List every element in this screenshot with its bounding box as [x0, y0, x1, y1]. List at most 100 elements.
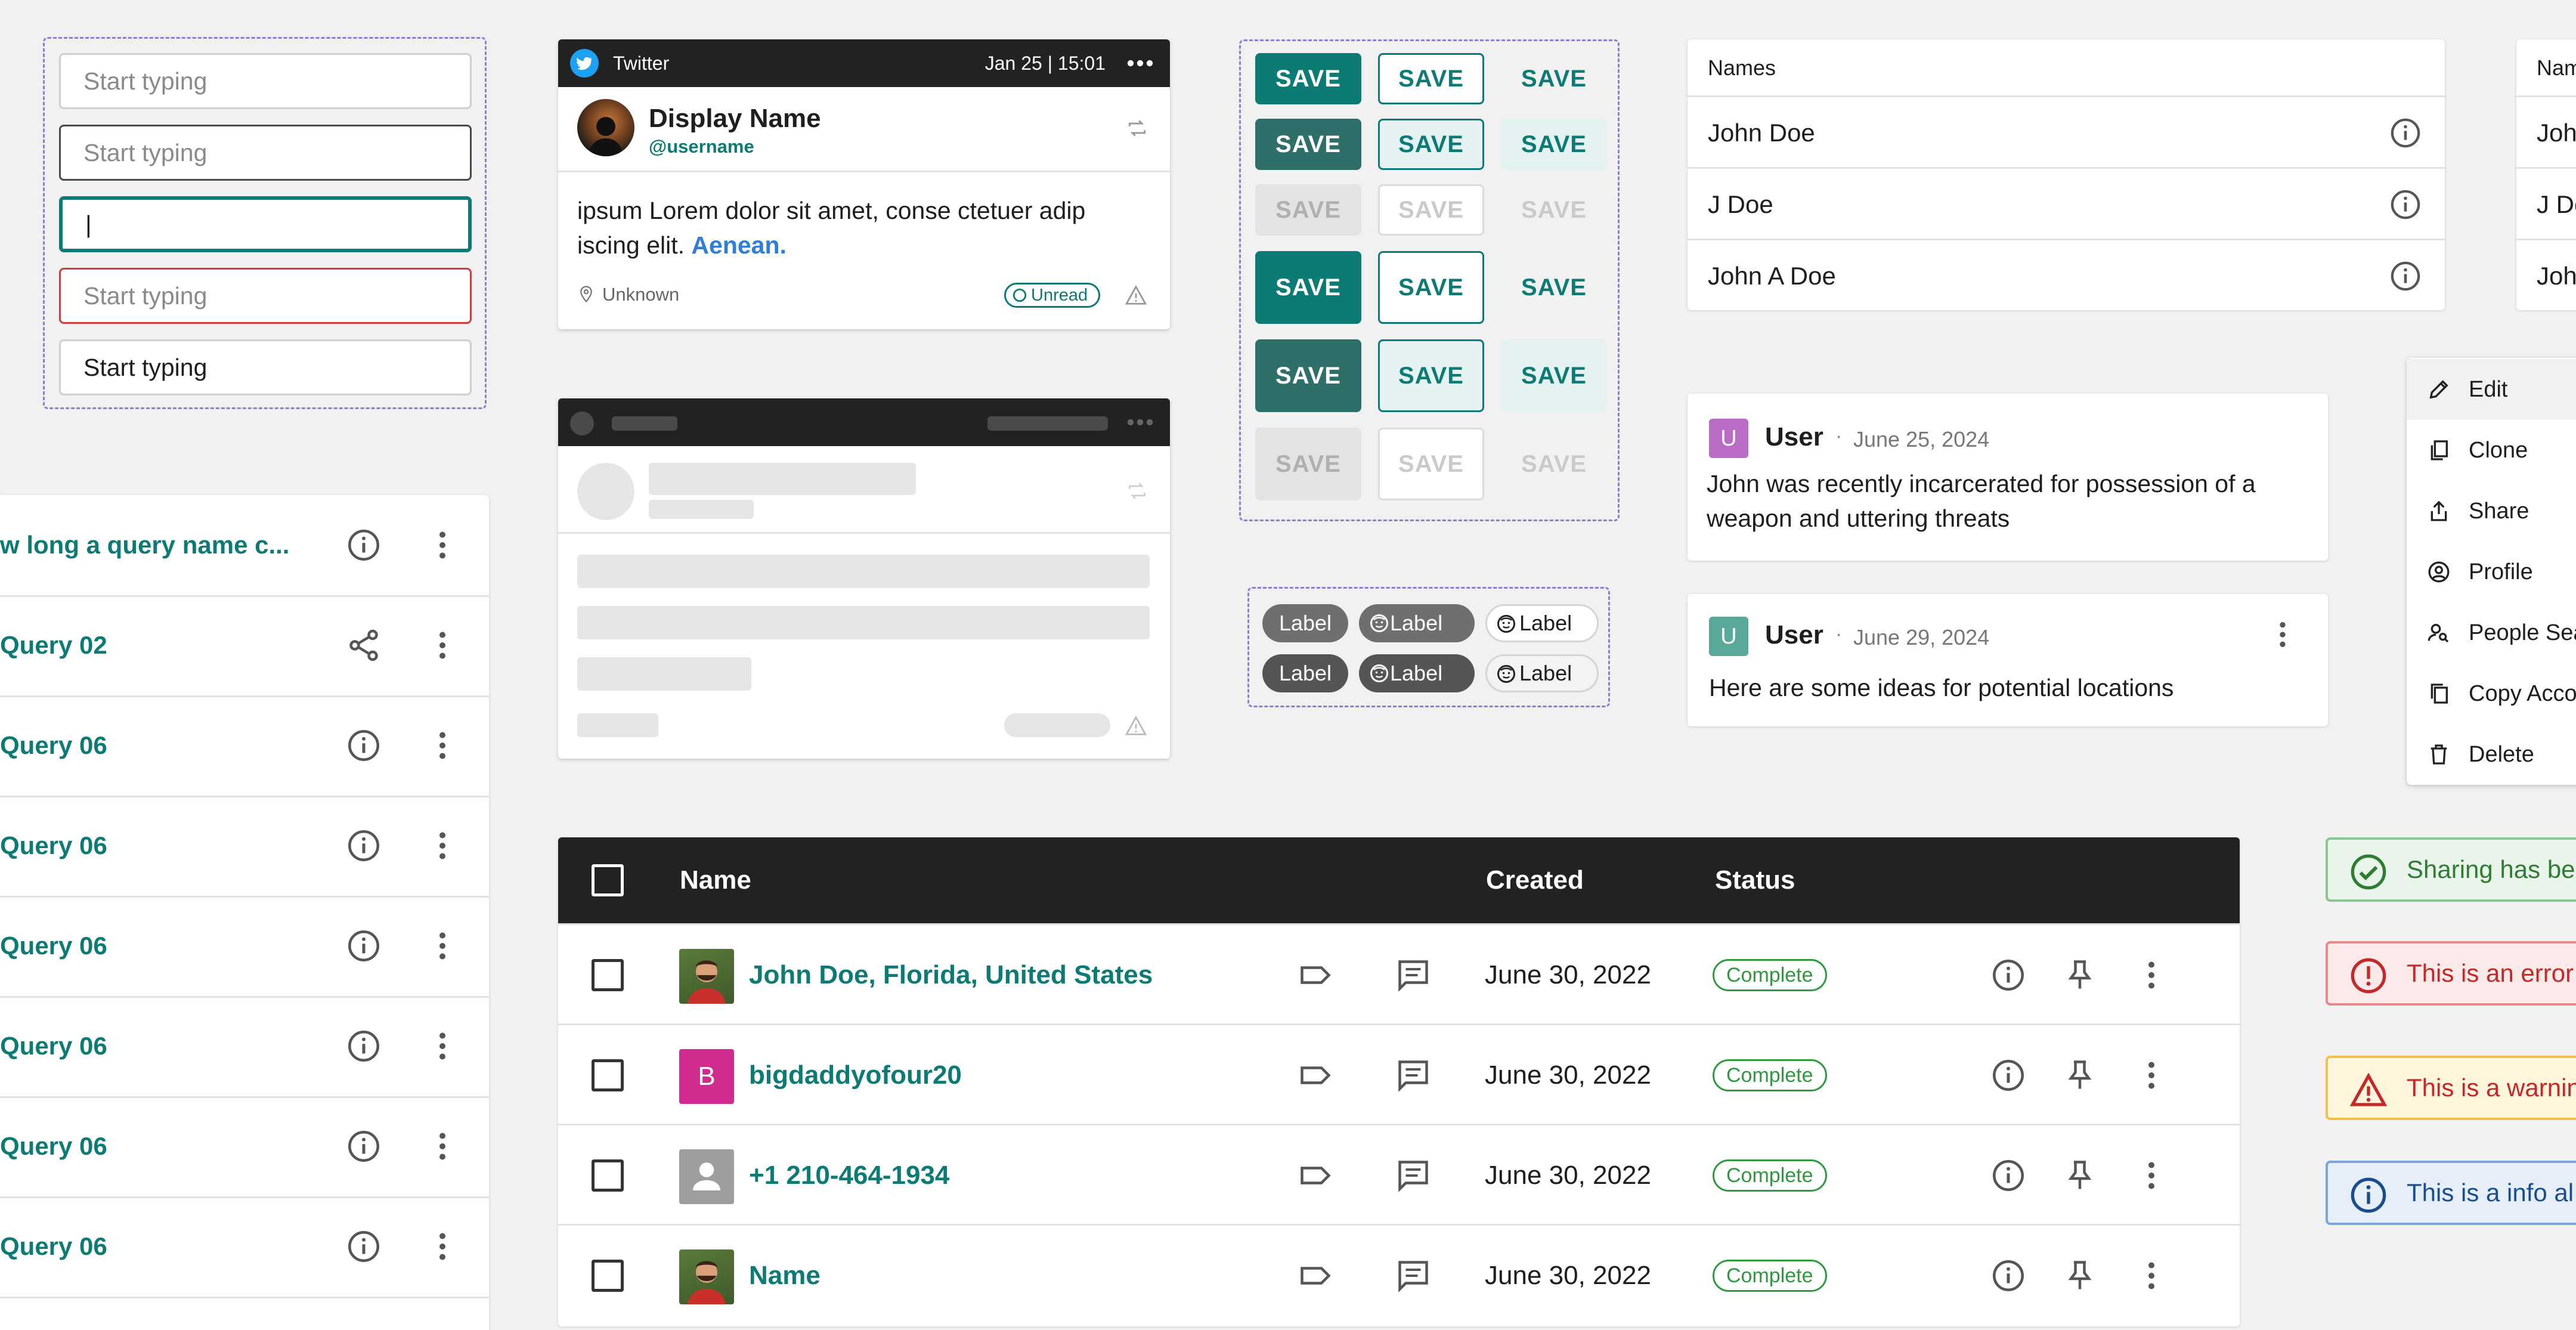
info-icon[interactable] [346, 928, 382, 964]
row-checkbox[interactable] [592, 1260, 624, 1292]
info-icon[interactable] [2389, 116, 2422, 150]
info-icon[interactable] [2389, 259, 2422, 293]
chip-dark[interactable]: Label [1262, 604, 1348, 642]
column-header-name[interactable]: Name [680, 837, 751, 923]
comment-icon[interactable] [1395, 957, 1431, 993]
table-row[interactable]: J Do [2516, 167, 2576, 239]
query-name[interactable]: Query 06 [0, 1196, 310, 1297]
info-icon[interactable] [1990, 1057, 2026, 1093]
tag-icon[interactable] [1298, 1158, 1333, 1193]
more-vertical-icon[interactable] [2134, 1057, 2169, 1093]
chip-light-with-icon[interactable]: Label [1485, 604, 1599, 642]
save-button-outline-hover[interactable]: SAVE [1378, 119, 1484, 170]
record-name[interactable]: +1 210-464-1934 [749, 1125, 949, 1226]
comment-icon[interactable] [1395, 1057, 1431, 1093]
text-input-filled[interactable] [59, 339, 472, 395]
table-row[interactable]: J Doe [1688, 167, 2445, 239]
menu-item-clone[interactable]: Clone [2407, 420, 2576, 481]
display-name[interactable]: Display Name [649, 104, 821, 134]
list-item[interactable]: Query 06 [0, 896, 489, 998]
table-row[interactable]: +1 210-464-1934 June 30, 2022 Complete [558, 1124, 2240, 1226]
save-button-text-hover[interactable]: SAVE [1501, 119, 1607, 170]
table-row[interactable]: John Doe, Florida, United States June 30… [558, 923, 2240, 1025]
more-vertical-icon[interactable] [2134, 1258, 2169, 1294]
comment-user[interactable]: User [1765, 422, 1823, 452]
query-name[interactable]: Query 02 [0, 595, 310, 695]
pin-icon[interactable] [2062, 1057, 2098, 1093]
save-button-primary-large-hover[interactable]: SAVE [1255, 339, 1361, 412]
info-icon[interactable] [1990, 1158, 2026, 1193]
tweet-link[interactable]: Aenean. [691, 231, 787, 259]
list-item[interactable]: Query 06 [0, 996, 489, 1098]
more-vertical-icon[interactable] [2134, 1158, 2169, 1193]
tweet-card[interactable]: Twitter Jan 25 | 15:01 Display Name @use… [558, 39, 1170, 329]
comment-card[interactable]: U User · June 25, 2024 John was recently… [1688, 394, 2328, 561]
menu-item-edit[interactable]: Edit [2407, 359, 2576, 420]
query-name[interactable]: Query 06 [0, 1096, 310, 1196]
chip-dark-hover[interactable]: Label [1262, 654, 1348, 692]
row-checkbox[interactable] [592, 1059, 624, 1091]
chip-light-with-icon-hover[interactable]: Label [1485, 654, 1599, 692]
row-checkbox[interactable] [592, 959, 624, 991]
pin-icon[interactable] [2062, 1258, 2098, 1294]
chip-dark-with-icon-hover[interactable]: Label [1359, 654, 1475, 692]
row-checkbox[interactable] [592, 1159, 624, 1192]
pin-icon[interactable] [2062, 957, 2098, 993]
info-icon[interactable] [346, 828, 382, 864]
menu-item-copy-account[interactable]: Copy Acco [2407, 663, 2576, 724]
save-button-primary[interactable]: SAVE [1255, 53, 1361, 104]
info-icon[interactable] [346, 527, 382, 563]
comment-user[interactable]: User [1765, 620, 1823, 650]
pin-icon[interactable] [2062, 1158, 2098, 1193]
more-horizontal-icon[interactable] [1126, 52, 1154, 74]
list-item[interactable]: Query 06 [0, 1096, 489, 1198]
save-button-text-large-hover[interactable]: SAVE [1501, 339, 1607, 412]
more-vertical-icon[interactable] [425, 527, 460, 563]
table-row[interactable]: Name June 30, 2022 Complete [558, 1224, 2240, 1326]
select-all-checkbox[interactable] [592, 864, 624, 896]
more-vertical-icon[interactable] [425, 1229, 460, 1264]
table-row[interactable]: B bigdaddyofour20 June 30, 2022 Complete [558, 1023, 2240, 1125]
more-vertical-icon[interactable] [425, 728, 460, 763]
save-button-outline-large[interactable]: SAVE [1378, 251, 1484, 324]
list-item[interactable]: Query 06 [0, 695, 489, 797]
tag-icon[interactable] [1298, 957, 1333, 993]
info-icon[interactable] [346, 1028, 382, 1064]
table-row[interactable]: Joh [2516, 95, 2576, 167]
info-icon[interactable] [346, 728, 382, 763]
record-name[interactable]: bigdaddyofour20 [749, 1025, 962, 1125]
menu-item-people-search[interactable]: People Sea [2407, 602, 2576, 663]
text-input-focused[interactable] [59, 196, 472, 252]
more-vertical-icon[interactable] [425, 1028, 460, 1064]
more-vertical-icon[interactable] [425, 828, 460, 864]
text-input-hover[interactable] [59, 125, 472, 181]
info-icon[interactable] [1990, 1258, 2026, 1294]
more-vertical-icon[interactable] [425, 1128, 460, 1164]
record-name[interactable]: John Doe, Florida, United States [749, 925, 1153, 1025]
table-row[interactable]: John Doe [1688, 95, 2445, 167]
save-button-text[interactable]: SAVE [1501, 53, 1607, 104]
list-item[interactable]: Query 06 [0, 1196, 489, 1298]
query-name[interactable]: Query 06 [0, 796, 310, 896]
column-header-status[interactable]: Status [1715, 837, 1795, 923]
column-header-created[interactable]: Created [1486, 837, 1584, 923]
save-button-primary-hover[interactable]: SAVE [1255, 119, 1361, 170]
warning-icon[interactable] [1125, 284, 1147, 307]
menu-item-profile[interactable]: Profile [2407, 542, 2576, 602]
text-input-error[interactable] [59, 268, 472, 324]
menu-item-share[interactable]: Share [2407, 481, 2576, 542]
save-button-outline[interactable]: SAVE [1378, 53, 1484, 104]
query-name[interactable]: w long a query name c... [0, 495, 310, 595]
text-input-default[interactable] [59, 53, 472, 109]
save-button-primary-large[interactable]: SAVE [1255, 251, 1361, 324]
list-item[interactable]: w long a query name c... [0, 495, 489, 597]
table-row[interactable]: John A Doe [1688, 239, 2445, 310]
more-vertical-icon[interactable] [425, 928, 460, 964]
tag-icon[interactable] [1298, 1258, 1333, 1294]
table-row[interactable]: Joh [2516, 239, 2576, 310]
menu-item-delete[interactable]: Delete [2407, 724, 2576, 785]
info-icon[interactable] [346, 1128, 382, 1164]
comment-icon[interactable] [1395, 1158, 1431, 1193]
save-button-outline-large-hover[interactable]: SAVE [1378, 339, 1484, 412]
info-icon[interactable] [2389, 188, 2422, 221]
